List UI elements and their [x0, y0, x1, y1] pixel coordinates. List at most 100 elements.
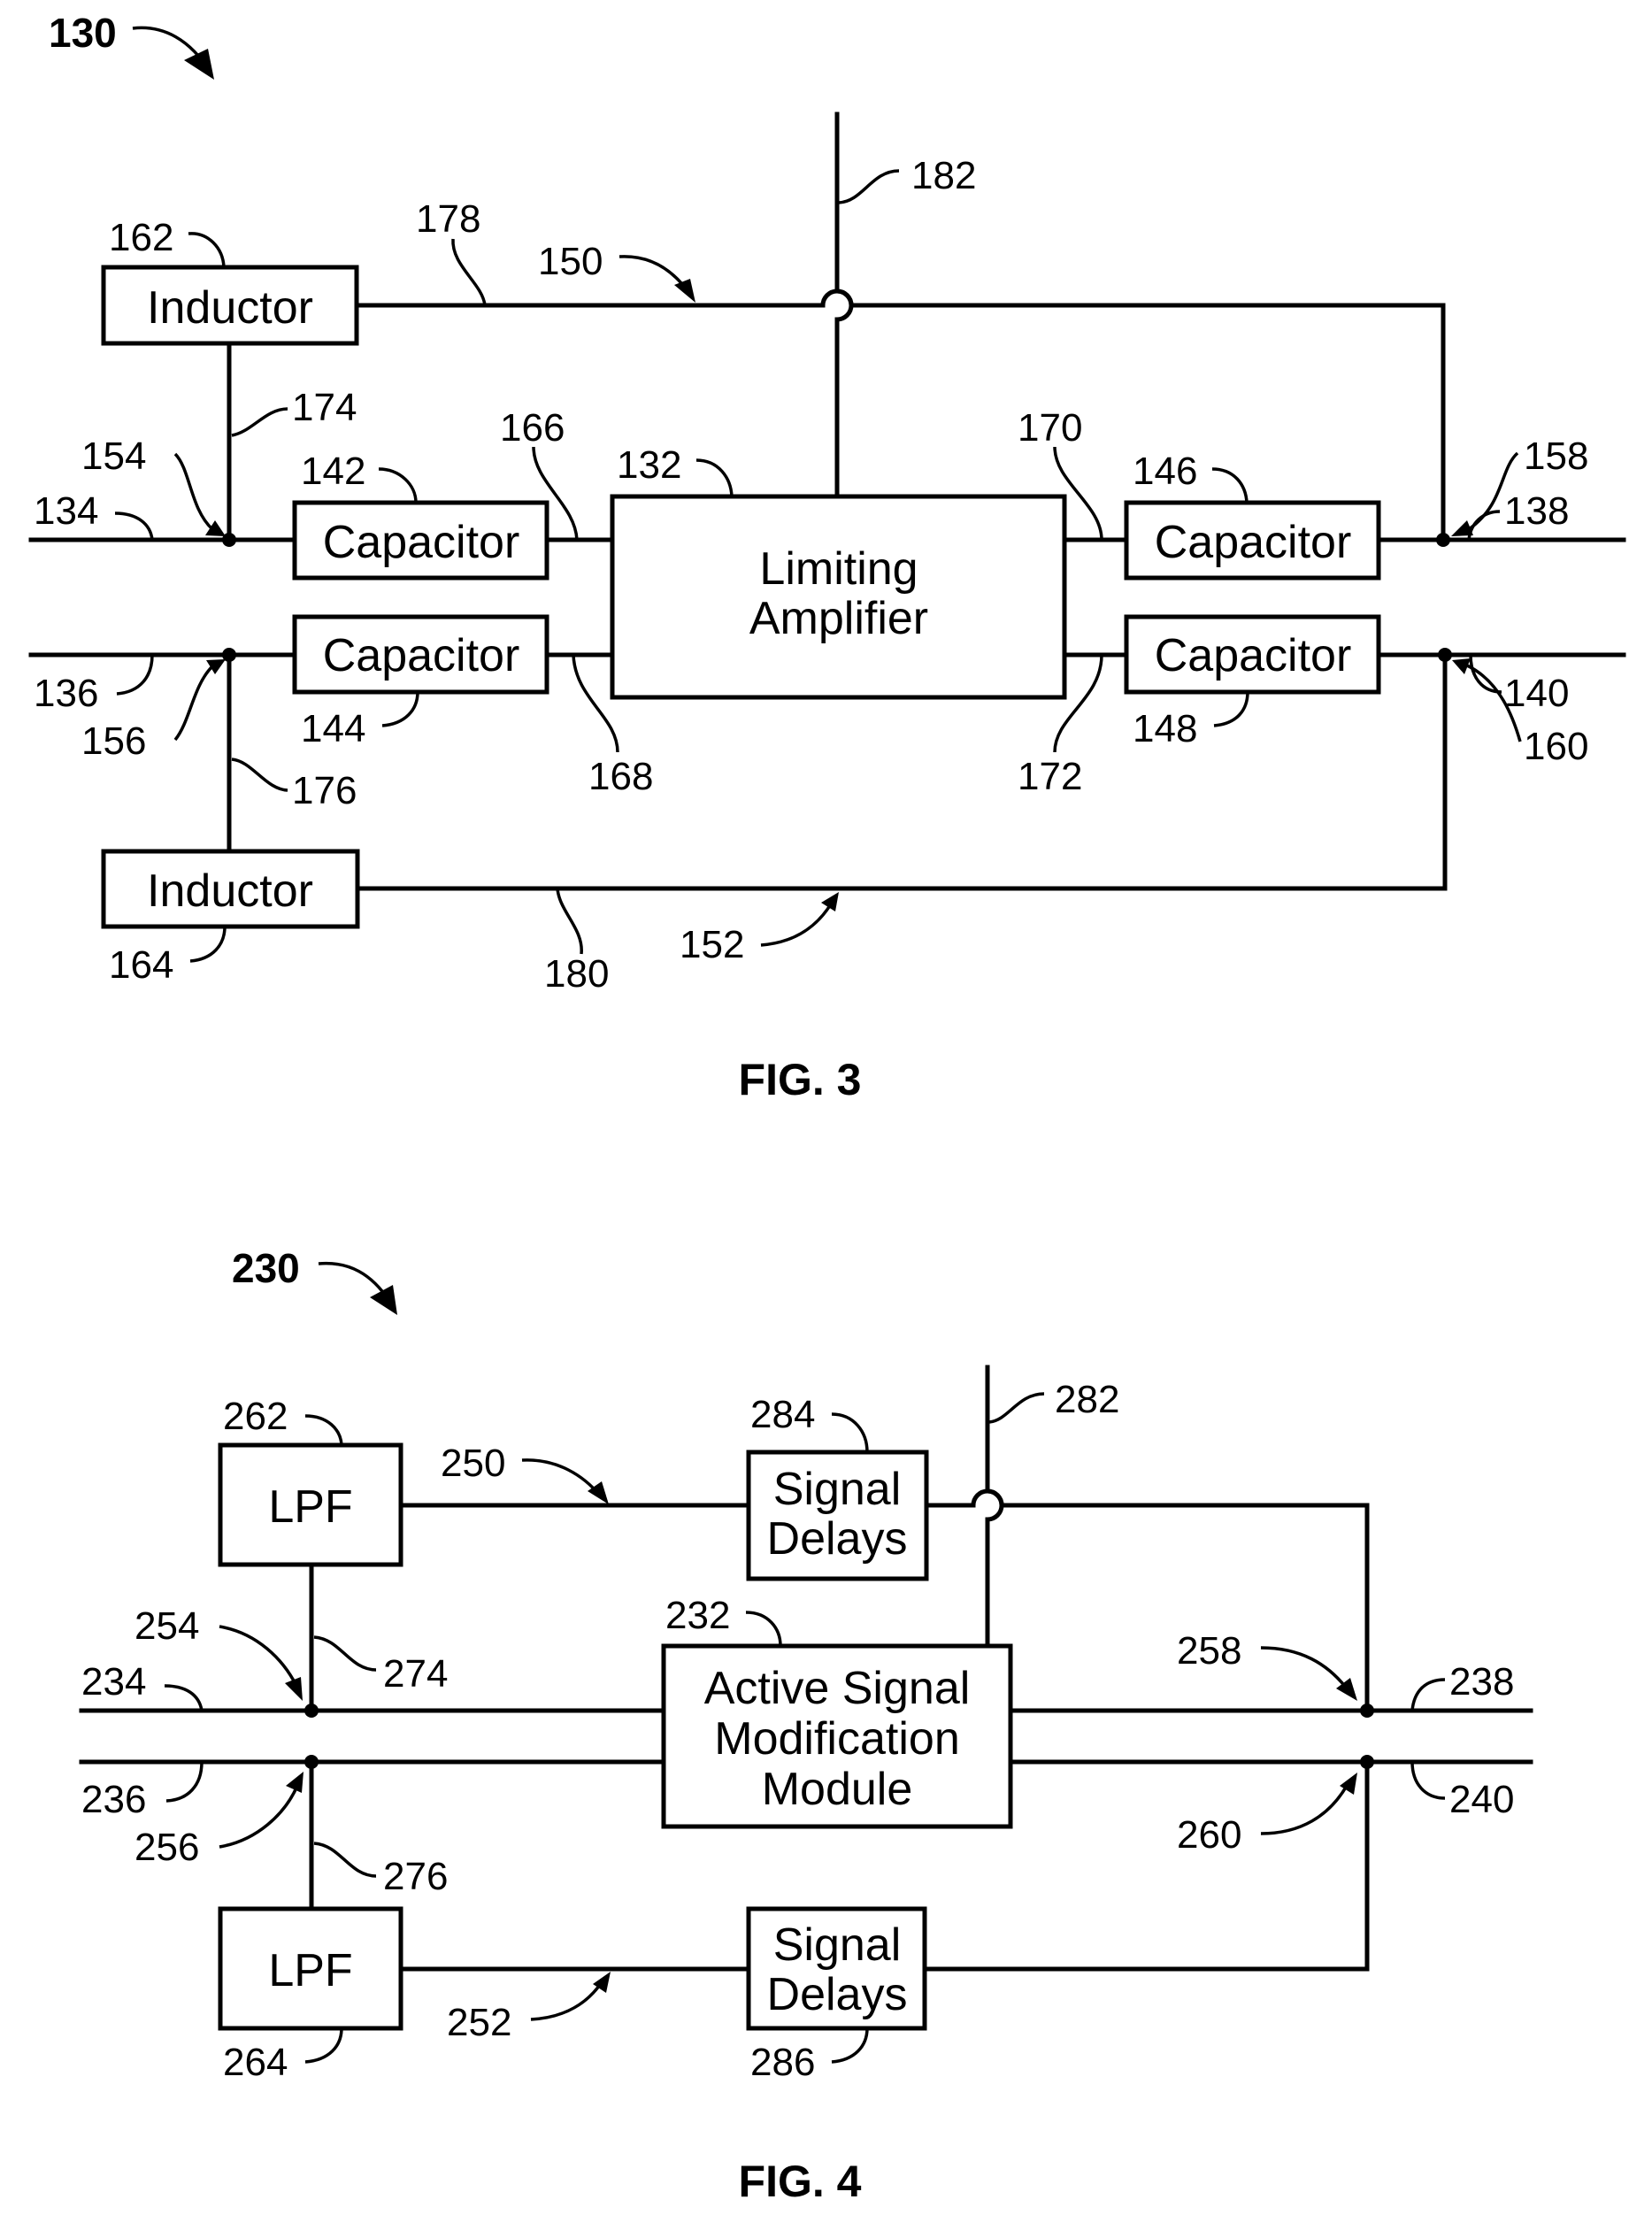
ref-250: 250: [441, 1442, 505, 1485]
capacitor-144: Capacitor: [292, 614, 549, 695]
leader-178: [451, 238, 487, 306]
capacitor-146: Capacitor: [1124, 500, 1381, 581]
leader-136: [116, 654, 154, 696]
leader-282: [988, 1392, 1045, 1424]
active-signal-modification-module-232: Active Signal Modification Module: [661, 1643, 1013, 1829]
leader-258: [1260, 1646, 1348, 1690]
ref-150: 150: [538, 240, 603, 283]
leader-262: [304, 1414, 343, 1446]
signal-delays-286: Signal Delays: [746, 1906, 927, 2031]
leader-286: [831, 2027, 869, 2064]
ref-180: 180: [544, 952, 609, 996]
node-160: [1438, 648, 1452, 662]
leader-162: [188, 232, 226, 268]
capacitor-142: Capacitor: [292, 500, 549, 581]
amplifier-label-line2: Amplifier: [749, 593, 928, 644]
arrowhead-256: [286, 1772, 304, 1793]
leader-180: [556, 888, 583, 955]
ref-182: 182: [911, 154, 976, 197]
leader-164: [189, 926, 227, 963]
asmm-line1: Active Signal: [704, 1663, 971, 1714]
ref-134: 134: [34, 489, 98, 533]
control-line-282: [985, 1365, 1004, 1649]
signal-delays-284: Signal Delays: [746, 1450, 929, 1581]
limiting-amplifier-132: Limiting Amplifier: [610, 494, 1067, 700]
delay-284-line2: Delays: [767, 1513, 908, 1565]
ref-168: 168: [588, 755, 653, 798]
leader-252: [530, 1981, 603, 2021]
inductor-164: Inductor: [101, 849, 360, 929]
ref-164: 164: [109, 943, 173, 987]
leader-134: [114, 511, 154, 541]
ref-264: 264: [223, 2041, 288, 2084]
node-260: [1360, 1755, 1374, 1769]
ref-262: 262: [223, 1395, 288, 1438]
ref-260: 260: [1177, 1813, 1241, 1857]
leader-146: [1211, 467, 1249, 504]
leader-142: [378, 467, 418, 504]
ref-142: 142: [301, 450, 365, 493]
ref-252: 252: [447, 2001, 511, 2044]
capacitor-142-label: Capacitor: [323, 517, 520, 568]
leader-264: [304, 2027, 343, 2064]
leader-132: [695, 458, 734, 497]
node-158: [1436, 533, 1450, 547]
leader-148: [1213, 691, 1249, 727]
assembly-arrowhead: [184, 49, 214, 80]
assembly-ref-130: 130: [49, 10, 117, 56]
leader-182: [838, 169, 900, 204]
patent-drawing-sheet: 130 Inductor Inductor Capacitor Capacito…: [28, 10, 1626, 2206]
ref-148: 148: [1133, 707, 1197, 750]
node-258: [1360, 1704, 1374, 1718]
lpf-262: LPF: [218, 1442, 403, 1567]
leader-234: [164, 1684, 204, 1711]
inductor-162: Inductor: [101, 265, 359, 346]
leader-284: [831, 1412, 869, 1453]
ref-162: 162: [109, 216, 173, 259]
ref-132: 132: [617, 443, 681, 487]
leader-174: [231, 407, 288, 437]
leader-260: [1260, 1785, 1348, 1835]
leader-240: [1410, 1761, 1446, 1800]
assembly-arrowhead-230: [370, 1285, 397, 1315]
delay-284-line1: Signal: [773, 1464, 902, 1515]
ref-154: 154: [81, 435, 146, 478]
leader-232: [745, 1611, 782, 1647]
ref-156: 156: [81, 719, 146, 763]
leader-236: [165, 1761, 204, 1803]
leader-274: [313, 1635, 377, 1672]
ref-158: 158: [1524, 435, 1588, 478]
asmm-line2: Modification: [714, 1713, 959, 1765]
ref-254: 254: [134, 1604, 199, 1648]
capacitor-144-label: Capacitor: [323, 630, 520, 681]
ref-160: 160: [1524, 725, 1588, 768]
arrowhead-158: [1451, 520, 1473, 536]
leader-254: [219, 1625, 298, 1687]
capacitor-148-label: Capacitor: [1155, 630, 1352, 681]
leader-140: [1469, 654, 1502, 694]
ref-258: 258: [1177, 1629, 1241, 1673]
lpf-262-label: LPF: [268, 1481, 352, 1533]
asmm-line3: Module: [762, 1764, 913, 1815]
figure-3-caption: FIG. 3: [739, 1055, 862, 1104]
ref-256: 256: [134, 1826, 199, 1869]
ref-152: 152: [680, 923, 744, 966]
figure-3: 130 Inductor Inductor Capacitor Capacito…: [28, 10, 1626, 1104]
ref-282: 282: [1055, 1378, 1119, 1421]
ref-234: 234: [81, 1660, 146, 1704]
node-256: [304, 1755, 319, 1769]
ref-274: 274: [383, 1652, 448, 1696]
delay-286-line2: Delays: [767, 1969, 908, 2020]
ref-232: 232: [665, 1594, 730, 1637]
ref-178: 178: [416, 197, 480, 241]
arrowhead-152: [821, 892, 839, 911]
amplifier-label-line1: Limiting: [759, 543, 918, 595]
leader-276: [313, 1842, 377, 1878]
ref-144: 144: [301, 707, 365, 750]
lpf-264: LPF: [218, 1906, 403, 2031]
ref-276: 276: [383, 1855, 448, 1898]
control-line-182: [834, 112, 854, 499]
leader-156: [173, 665, 214, 742]
ref-236: 236: [81, 1778, 146, 1821]
ref-284: 284: [750, 1393, 815, 1436]
